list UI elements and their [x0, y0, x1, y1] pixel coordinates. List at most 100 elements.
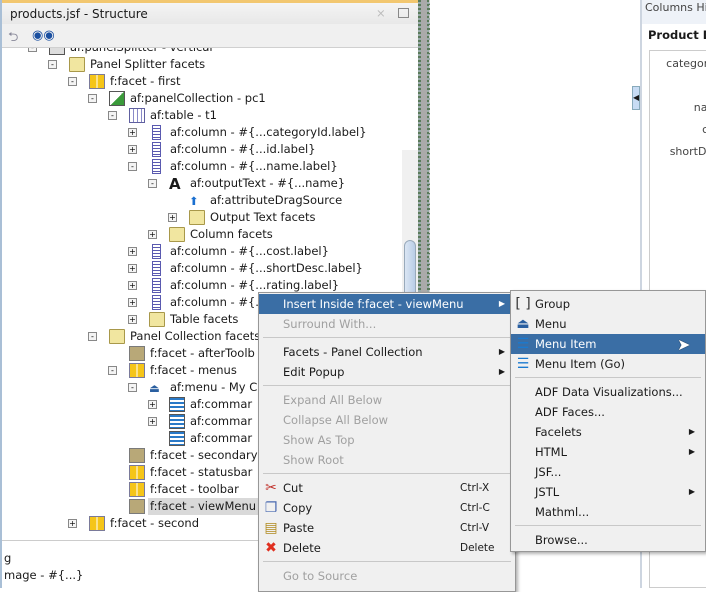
tree-row-label: Table facets [170, 312, 239, 326]
menu-item-paste[interactable]: ▤ Paste Ctrl-V [259, 518, 515, 538]
expand-icon[interactable]: + [128, 298, 137, 307]
expand-icon[interactable]: + [68, 519, 77, 528]
expand-icon[interactable]: + [128, 281, 137, 290]
collapse-icon[interactable]: - [28, 48, 37, 52]
menu-item-show-as-top: Show As Top [259, 430, 515, 450]
collapse-icon[interactable]: - [88, 332, 97, 341]
menu-item-cut[interactable]: ✂ Cut Ctrl-X [259, 478, 515, 498]
facet-empty-icon [129, 346, 145, 361]
facet-icon [129, 482, 145, 497]
collapse-icon[interactable]: - [128, 162, 137, 171]
collapse-left-icon[interactable]: ◀ [632, 86, 640, 110]
folder-icon [189, 210, 205, 225]
collapse-icon[interactable]: - [48, 60, 57, 69]
menu-item-jsf[interactable]: JSF... [511, 462, 705, 482]
collapse-icon[interactable]: - [108, 366, 117, 375]
menu-item-adf-faces[interactable]: ADF Faces... [511, 402, 705, 422]
sync-icon[interactable]: ⮌ [8, 28, 24, 45]
column-icon [152, 142, 161, 157]
submenu-arrow-icon: ▶ [688, 447, 695, 456]
menu-item-edit-popup[interactable]: Edit Popup ▶ [259, 362, 515, 382]
tree-row[interactable]: g [4, 551, 11, 565]
binoculars-icon[interactable]: ◉◉ [32, 28, 55, 43]
column-icon [152, 159, 161, 174]
tree-row-label: af:table - t1 [150, 108, 217, 122]
facet-icon [89, 74, 105, 89]
expand-icon[interactable]: + [128, 264, 137, 273]
menu-item-menu-item-go[interactable]: ☰ Menu Item (Go) [511, 354, 705, 374]
insert-submenu: [ ] Group ⏏ Menu ☰ Menu Item ☰ Menu Item (Go) AD… [510, 290, 706, 552]
shortcut-label: Ctrl-C [460, 502, 490, 514]
expand-icon[interactable]: + [128, 128, 137, 137]
tree-row-label: f:facet - statusbar [150, 465, 253, 479]
tree-row-label: af:column - #{...shortDesc.label} [170, 261, 363, 275]
tree-row-label: af:panelCollection - pc1 [130, 91, 266, 105]
menu-item-label: Insert Inside f:facet - viewMenu [283, 297, 464, 311]
shortcut-label: Delete [460, 542, 495, 554]
menu-item-go-to-source: Go to Source [259, 566, 515, 586]
panel-titlebar: products.jsf - Structure × [2, 0, 418, 24]
tree-row-label: af:column - #{...id.label} [170, 142, 316, 156]
menu-item-html[interactable]: HTML ▶ [511, 442, 705, 462]
facet-icon [129, 363, 145, 378]
menu-item-menu[interactable]: ⏏ Menu [511, 314, 705, 334]
tree-row-label: f:facet - toolbar [150, 482, 239, 496]
menu-item-copy[interactable]: ❐ Copy Ctrl-C [259, 498, 515, 518]
expand-icon[interactable]: + [148, 417, 157, 426]
collapse-icon[interactable]: - [68, 77, 77, 86]
menu-item-label: ADF Data Visualizations... [535, 385, 683, 399]
menu-separator [263, 337, 511, 338]
menu-item-show-root: Show Root [259, 450, 515, 470]
menu-item-icon: ☰ [516, 336, 530, 352]
tree-row[interactable]: mage - #{...} [4, 568, 83, 582]
menu-item-group[interactable]: [ ] Group [511, 294, 705, 314]
menu-item-mathml[interactable]: Mathml... [511, 502, 705, 522]
menu-item-adf-data-visualizations[interactable]: ADF Data Visualizations... [511, 382, 705, 402]
field-label: name [693, 101, 706, 114]
menu-item-label: Collapse All Below [283, 413, 389, 427]
shortcut-label: Ctrl-X [460, 482, 490, 494]
scissors-icon: ✂ [265, 480, 277, 496]
paste-icon: ▤ [264, 520, 278, 536]
output-text-icon: A [169, 175, 181, 193]
expand-icon[interactable]: + [128, 145, 137, 154]
facet-icon [89, 516, 105, 531]
menu-item-browse[interactable]: Browse... [511, 530, 705, 550]
menu-item-insert-inside-f-facet-viewmenu[interactable]: Insert Inside f:facet - viewMenu ▶ [259, 294, 515, 314]
menu-item-label: Browse... [535, 533, 588, 547]
field-label: categoryId [666, 57, 706, 70]
tree-row-label: Column facets [190, 227, 273, 241]
menu-separator [263, 473, 511, 474]
expand-icon[interactable]: + [128, 315, 137, 324]
menu-item-label: Surround With... [283, 317, 377, 331]
close-icon[interactable]: × [376, 6, 386, 20]
menu-item-label: Expand All Below [283, 393, 383, 407]
product-panel-title: Product De [648, 28, 706, 42]
collapse-icon[interactable]: - [128, 383, 137, 392]
group-icon: [ ] [515, 296, 531, 312]
menu-item-icon [169, 431, 185, 446]
minimize-icon[interactable] [398, 8, 409, 18]
expand-icon[interactable]: + [148, 230, 157, 239]
collapse-icon[interactable]: - [148, 179, 157, 188]
expand-icon[interactable]: + [128, 247, 137, 256]
collapse-icon[interactable]: - [108, 111, 117, 120]
tree-row-label: af:menu - My C [170, 380, 258, 394]
expand-icon[interactable]: + [148, 400, 157, 409]
menu-item-jstl[interactable]: JSTL ▶ [511, 482, 705, 502]
menu-item-label: Menu Item [535, 337, 597, 351]
collapse-icon[interactable]: - [88, 94, 97, 103]
menu-item-label: Go to Source [283, 569, 358, 583]
menu-item-facets-panel-collection[interactable]: Facets - Panel Collection ▶ [259, 342, 515, 362]
facet-empty-icon [129, 448, 145, 463]
tree-row-label: af:commar [190, 397, 253, 411]
menu-item-icon [169, 414, 185, 429]
tree-row-label: af:column - #{...categoryId.label} [170, 125, 367, 139]
menu-item-facelets[interactable]: Facelets ▶ [511, 422, 705, 442]
menu-item-menu-item[interactable]: ☰ Menu Item [511, 334, 705, 354]
submenu-arrow-icon: ▶ [498, 367, 505, 376]
expand-icon[interactable]: + [168, 213, 177, 222]
columns-hidden-label: Columns Hid [642, 0, 706, 24]
menu-item-label: Cut [283, 481, 303, 495]
menu-item-delete[interactable]: ✖ Delete Delete [259, 538, 515, 558]
